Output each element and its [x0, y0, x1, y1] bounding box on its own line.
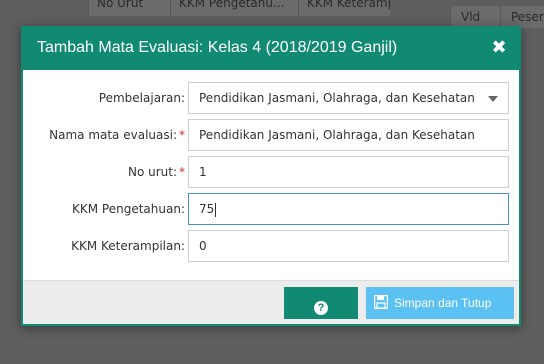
- form-row-pembelajaran: Pembelajaran: Pendidikan Jasmani, Olahra…: [23, 82, 519, 114]
- column-header-kkm-keterampilan: KKM Keteramp: [298, 0, 390, 16]
- form-row-no-urut: No urut: * 1: [23, 156, 519, 188]
- label-kkm-pengetahuan: KKM Pengetahuan:: [72, 202, 185, 216]
- kkm-pengetahuan-input[interactable]: 75: [188, 193, 509, 225]
- form-row-kkm-keterampilan: KKM Keterampilan: 0: [23, 230, 519, 262]
- label-no-urut: No urut: *: [127, 165, 185, 179]
- column-header-peserta: Peserta: [500, 6, 544, 28]
- label-kkm-keterampilan: KKM Keterampilan:: [71, 239, 185, 253]
- chevron-down-icon: [488, 96, 498, 102]
- required-mark: *: [179, 128, 185, 142]
- form-row-nama-mata-evaluasi: Nama mata evaluasi: * Pendidikan Jasmani,…: [23, 119, 519, 151]
- column-header-vld: Vld: [450, 6, 500, 28]
- column-header-kkm-pengetahuan: KKM Pengetahu...: [170, 0, 298, 16]
- dialog-header: Tambah Mata Evaluasi: Kelas 4 (2018/2019…: [23, 28, 519, 70]
- save-and-close-label: Simpan dan Tutup: [394, 296, 492, 310]
- column-header-no-urut: No Urut: [88, 0, 170, 16]
- label-pembelajaran: Pembelajaran:: [98, 91, 185, 105]
- dialog-title: Tambah Mata Evaluasi: Kelas 4 (2018/2019…: [37, 39, 398, 56]
- pembelajaran-select-value: Pendidikan Jasmani, Olahraga, dan Keseha…: [199, 91, 475, 105]
- help-button[interactable]: ?: [284, 287, 358, 319]
- required-mark: *: [179, 165, 185, 179]
- background-right-table-header: Vld Peserta: [450, 6, 544, 28]
- pembelajaran-select[interactable]: Pendidikan Jasmani, Olahraga, dan Keseha…: [188, 82, 509, 114]
- add-evaluation-dialog: Tambah Mata Evaluasi: Kelas 4 (2018/2019…: [21, 26, 521, 326]
- floppy-disk-icon: [374, 295, 388, 309]
- kkm-keterampilan-input[interactable]: 0: [188, 230, 509, 262]
- nama-mata-evaluasi-input[interactable]: Pendidikan Jasmani, Olahraga, dan Keseha…: [188, 119, 509, 151]
- close-icon[interactable]: ✖: [489, 38, 509, 58]
- text-cursor: [215, 202, 217, 217]
- kkm-pengetahuan-value: 75: [199, 202, 215, 216]
- label-nama-mata-evaluasi: Nama mata evaluasi: *: [49, 128, 185, 142]
- dialog-footer: ? Simpan dan Tutup: [23, 280, 519, 324]
- no-urut-input[interactable]: 1: [188, 156, 509, 188]
- save-and-close-button[interactable]: Simpan dan Tutup: [366, 287, 514, 319]
- question-circle-icon: ?: [314, 300, 328, 315]
- form-row-kkm-pengetahuan: KKM Pengetahuan: 75: [23, 193, 519, 225]
